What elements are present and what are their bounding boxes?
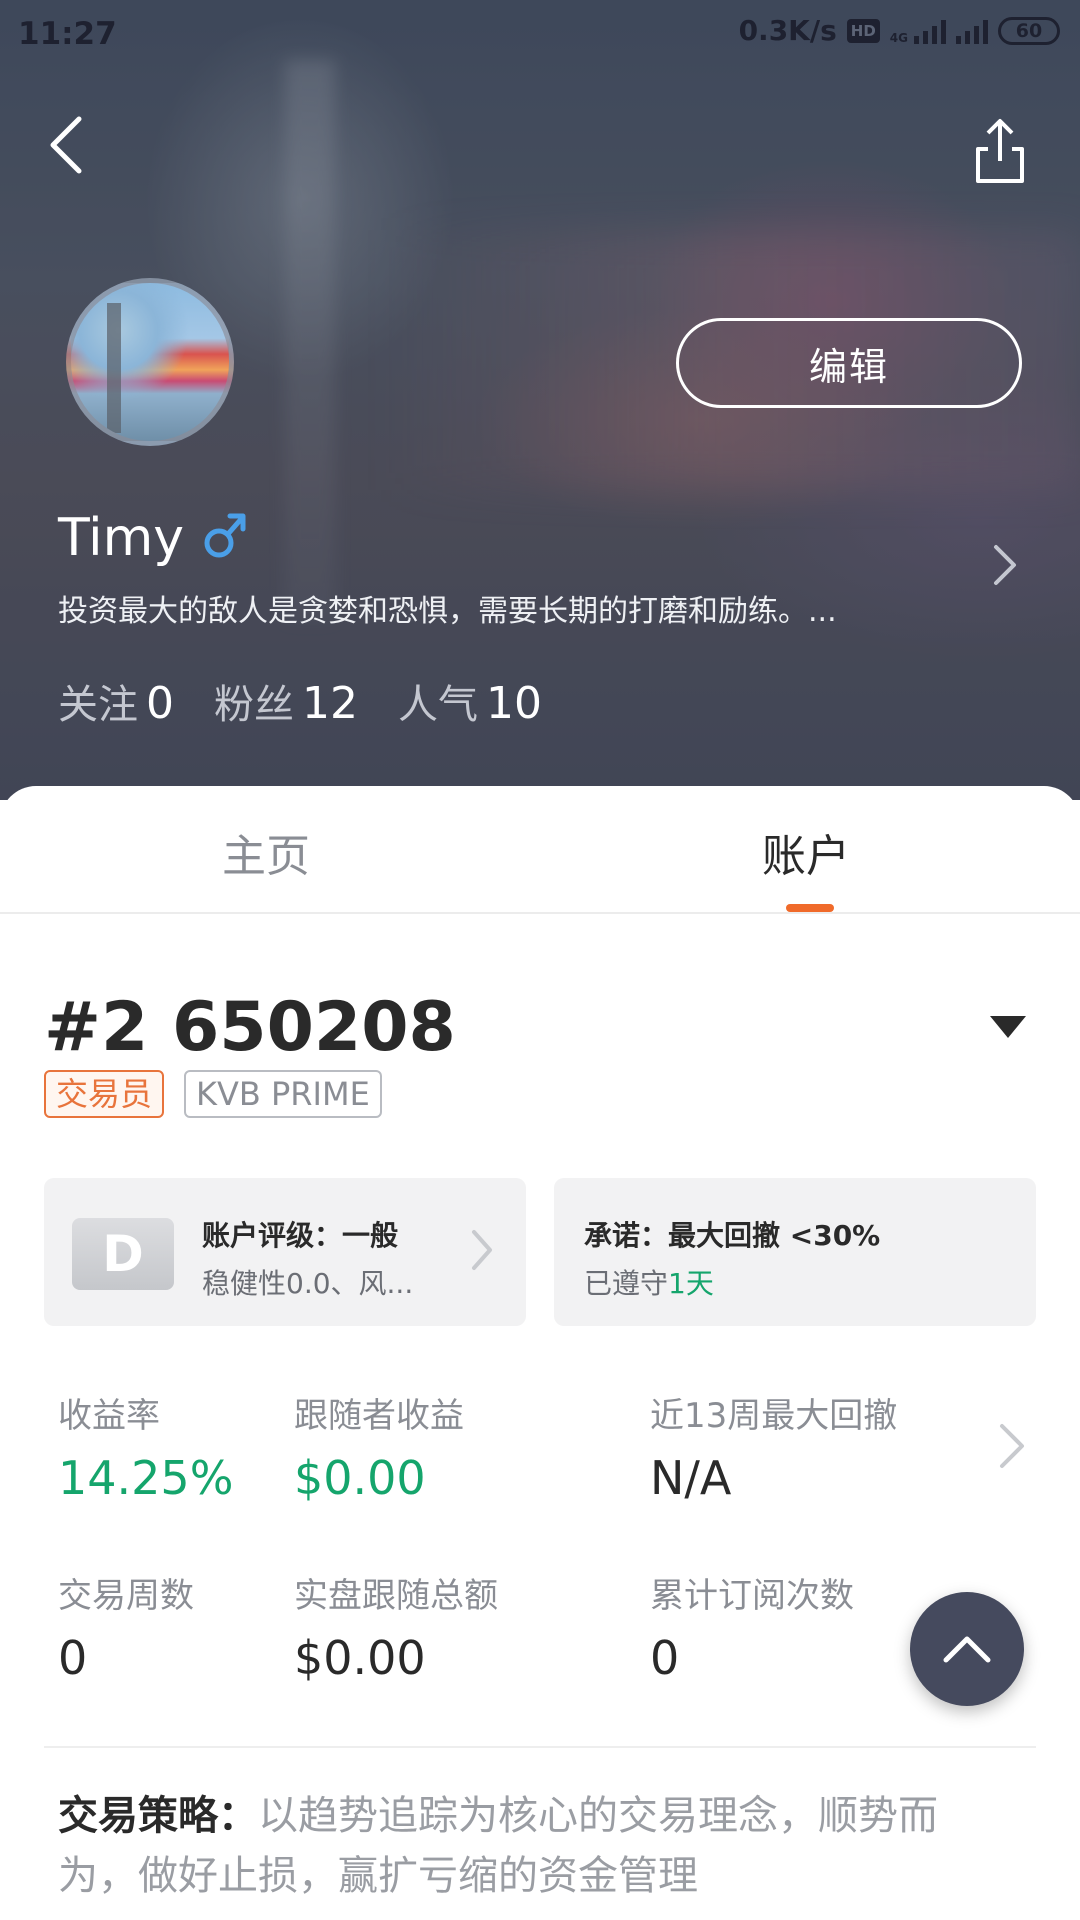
- cellular-signal-2-icon: [956, 18, 988, 44]
- rating-title: 账户评级：一般: [202, 1219, 399, 1252]
- profile-detail-button[interactable]: [990, 543, 1020, 587]
- network-type: 4G: [889, 30, 908, 45]
- metric-label: 收益率: [58, 1396, 160, 1436]
- account-rating-card[interactable]: D 账户评级：一般 稳健性0.0、风...: [44, 1178, 526, 1326]
- trader-tag: 交易员: [44, 1070, 165, 1118]
- metric-follower-profit: 跟随者收益 $0.00: [294, 1388, 464, 1505]
- stat-value: 0: [146, 678, 174, 729]
- stat-popularity: 人气 10: [398, 672, 542, 730]
- chevron-right-icon: [994, 545, 1016, 585]
- promise-title: 承诺：最大回撤 <30%: [584, 1219, 881, 1252]
- drawdown-promise-card: 承诺：最大回撤 <30% 已遵守1天: [554, 1178, 1036, 1326]
- cellular-signal-icon: 4G: [890, 18, 946, 44]
- metric-return-rate: 收益率 14.25%: [58, 1388, 233, 1505]
- edit-profile-button[interactable]: 编辑: [676, 318, 1022, 408]
- profile-stats: 关注 0 粉丝 12 人气 10: [58, 672, 542, 730]
- stat-label: 粉丝: [214, 682, 294, 728]
- promise-days: 1天: [668, 1267, 714, 1300]
- tab-bar: 主页 账户: [0, 786, 1080, 914]
- share-button[interactable]: [970, 115, 1030, 185]
- metric-label: 实盘跟随总额: [294, 1576, 498, 1616]
- metric-label: 近13周最大回撤: [650, 1396, 898, 1436]
- stat-following[interactable]: 关注 0: [58, 672, 174, 730]
- hd-icon: HD: [846, 18, 880, 43]
- metric-trading-weeks: 交易周数 0: [58, 1568, 194, 1685]
- male-symbol-icon: [204, 513, 246, 558]
- stat-value: 10: [486, 678, 542, 729]
- battery-icon: 60: [998, 16, 1060, 45]
- scroll-to-top-button[interactable]: [910, 1592, 1024, 1706]
- status-indicators: 0.3K/s HD 4G 60: [739, 14, 1060, 47]
- back-button[interactable]: [40, 110, 90, 180]
- divider: [44, 1746, 1036, 1748]
- metric-value: $0.00: [294, 1631, 426, 1685]
- active-tab-indicator: [786, 904, 834, 912]
- chevron-right-icon: [1000, 1424, 1024, 1468]
- share-icon: [976, 119, 1024, 183]
- user-bio: 投资最大的敌人是贪婪和恐惧，需要长期的打磨和励练。...: [58, 594, 837, 629]
- metric-label: 交易周数: [58, 1576, 194, 1616]
- stat-label: 关注: [58, 682, 138, 728]
- tab-account[interactable]: 账户: [762, 820, 850, 884]
- stat-followers[interactable]: 粉丝 12: [214, 672, 358, 730]
- promise-prefix: 已遵守: [584, 1267, 669, 1300]
- account-switch-button[interactable]: [988, 1014, 1028, 1040]
- metric-label: 累计订阅次数: [650, 1576, 854, 1616]
- status-bar: 11:27 0.3K/s HD 4G 60: [0, 0, 1080, 70]
- grade-badge: D: [72, 1218, 174, 1290]
- network-speed: 0.3K/s: [738, 14, 837, 47]
- profile-cover: 11:27 0.3K/s HD 4G 60 编辑 Timy 投资最大的敌人是贪婪…: [0, 0, 1080, 800]
- strategy-label: 交易策略：: [58, 1793, 258, 1839]
- account-number: #2 650208: [44, 988, 456, 1067]
- metrics-detail-button[interactable]: [998, 1422, 1026, 1470]
- caret-down-icon: [990, 1016, 1026, 1038]
- metric-value: $0.00: [294, 1451, 426, 1505]
- status-time: 11:27: [18, 16, 117, 52]
- metric-value: 0: [650, 1631, 680, 1685]
- trading-strategy: 交易策略：以趋势追踪为核心的交易理念，顺势而为，做好止损，赢扩亏缩的资金管理: [58, 1786, 1008, 1906]
- promise-sub: 已遵守1天: [584, 1262, 714, 1302]
- metric-follow-total: 实盘跟随总额 $0.00: [294, 1568, 498, 1685]
- chevron-left-icon: [50, 116, 82, 174]
- rating-sub: 稳健性0.0、风...: [202, 1267, 414, 1300]
- metric-subscription-count: 累计订阅次数 0: [650, 1568, 854, 1685]
- stat-label: 人气: [398, 682, 478, 728]
- stat-value: 12: [302, 678, 358, 729]
- tab-home[interactable]: 主页: [222, 820, 310, 884]
- avatar[interactable]: [66, 278, 234, 446]
- metric-value: 14.25%: [58, 1451, 234, 1505]
- broker-tag: KVB PRIME: [184, 1070, 382, 1118]
- metric-label: 跟随者收益: [294, 1396, 464, 1436]
- metric-max-drawdown: 近13周最大回撤 N/A: [650, 1388, 897, 1505]
- avatar-image: [107, 303, 121, 433]
- user-name: Timy: [58, 508, 185, 568]
- metric-value: 0: [58, 1631, 88, 1685]
- chevron-right-icon: [472, 1230, 492, 1270]
- chevron-up-icon: [943, 1636, 991, 1663]
- content-sheet: 主页 账户 #2 650208 交易员 KVB PRIME D 账户评级：一般 …: [0, 786, 1080, 1920]
- metric-value: N/A: [650, 1451, 732, 1505]
